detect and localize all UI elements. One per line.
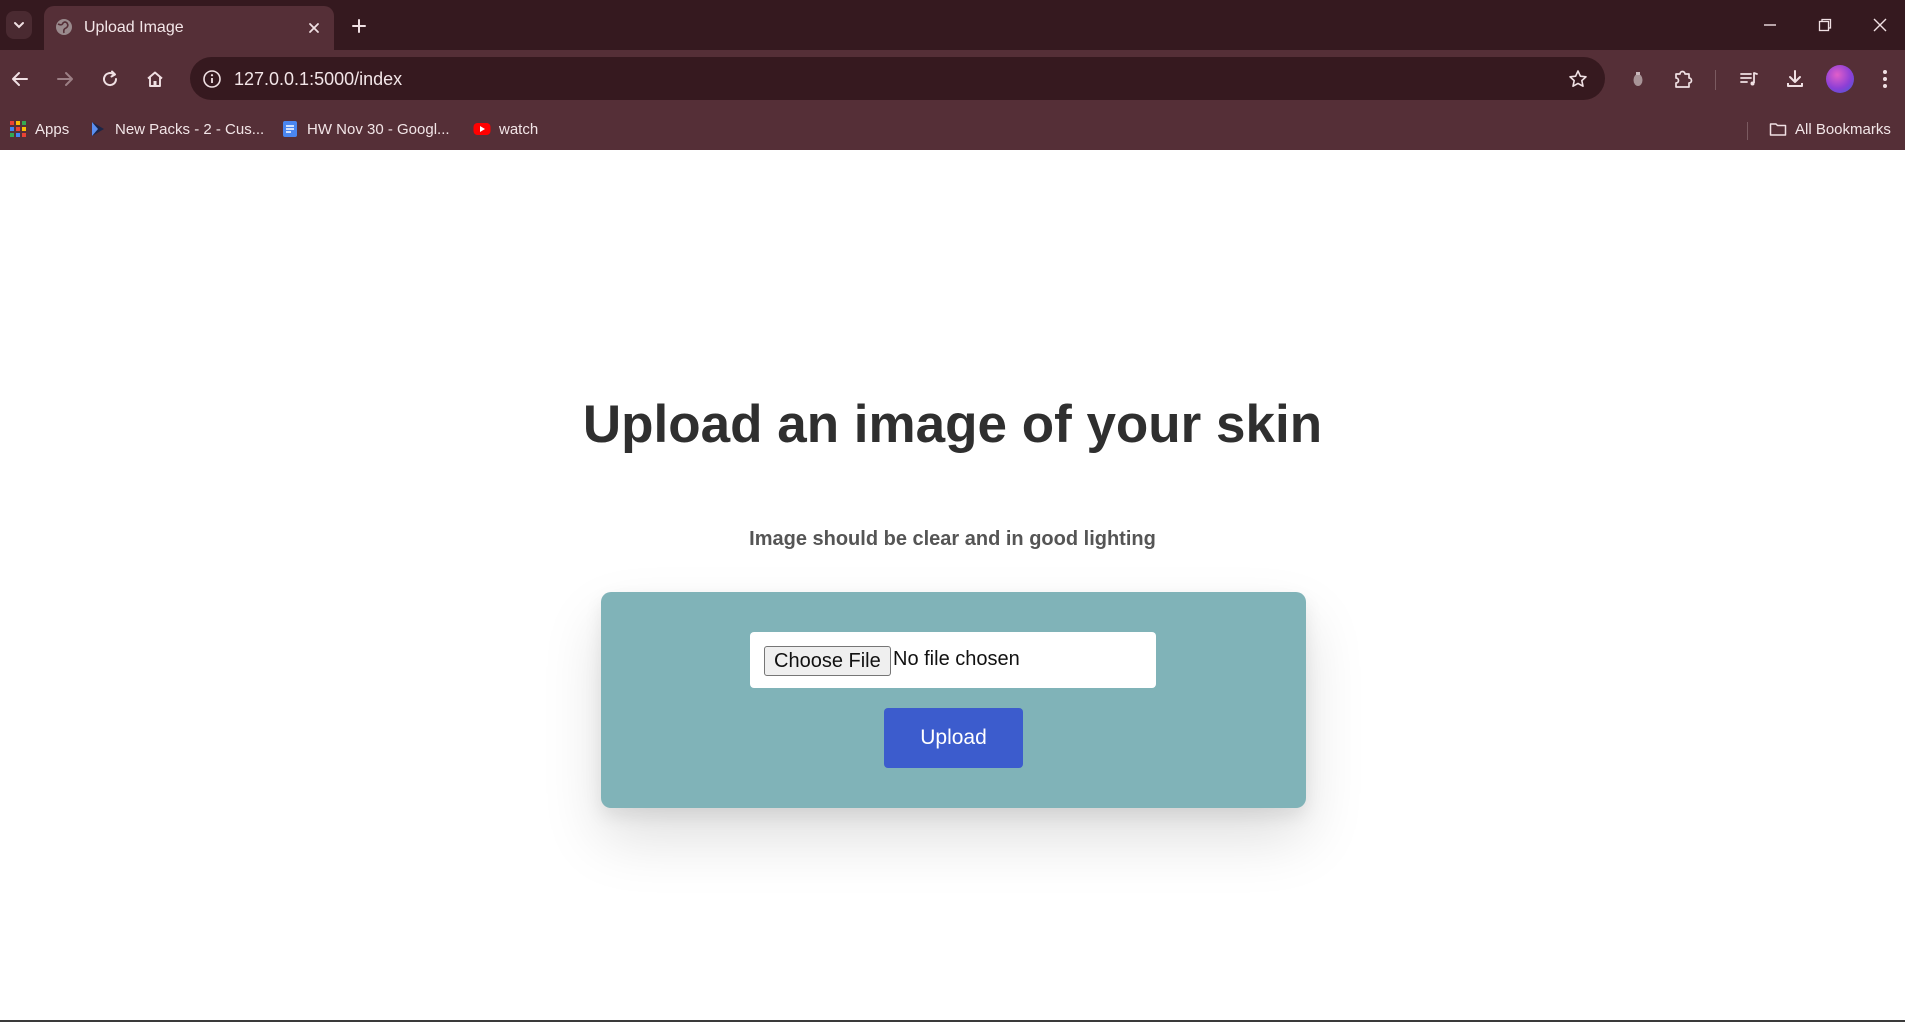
bookmark-label: New Packs - 2 - Cus...	[115, 120, 265, 138]
folder-icon	[1769, 123, 1787, 136]
all-bookmarks-button[interactable]: All Bookmarks	[1769, 116, 1891, 142]
tab-active[interactable]: Upload Image	[44, 6, 334, 50]
chevron-down-icon	[14, 22, 24, 29]
kebab-menu-icon	[1883, 70, 1887, 88]
toolbar-separator	[1715, 70, 1716, 90]
bookmark-apps[interactable]: Apps	[9, 116, 69, 142]
restore-icon	[1818, 18, 1832, 32]
browser-menu-button[interactable]	[1869, 63, 1901, 95]
tab-search-button[interactable]	[6, 11, 32, 39]
play-triangle-icon	[92, 122, 104, 136]
reload-button[interactable]	[94, 63, 126, 95]
close-icon	[309, 23, 319, 33]
upload-form-card: Choose File No file chosen Upload	[601, 592, 1306, 808]
back-button[interactable]	[4, 63, 36, 95]
bookmark-label: Apps	[35, 120, 70, 138]
media-controls-button[interactable]	[1733, 63, 1765, 95]
star-icon	[1569, 70, 1587, 87]
bookmark-label: watch	[499, 120, 539, 138]
address-url: 127.0.0.1:5000/index	[234, 69, 403, 89]
close-window-button[interactable]	[1860, 10, 1900, 40]
apps-grid-icon	[10, 121, 26, 137]
upload-button[interactable]: Upload	[884, 708, 1023, 768]
close-icon	[1873, 18, 1887, 32]
home-icon	[147, 71, 163, 87]
file-status-text: No file chosen	[893, 648, 1020, 670]
page-title: Upload an image of your skin	[582, 395, 1323, 454]
bookmark-hw-nov-30[interactable]: HW Nov 30 - Googl...	[281, 116, 450, 142]
minimize-icon	[1764, 24, 1776, 26]
profile-avatar[interactable]	[1826, 65, 1854, 93]
tab-strip: Upload Image	[0, 0, 1905, 50]
arrow-left-icon	[12, 72, 28, 86]
site-info-button[interactable]	[198, 65, 226, 93]
extension-bulb-icon	[1633, 72, 1643, 86]
download-icon	[1787, 70, 1803, 87]
bookmarks-bar: Apps New Packs - 2 - Cus... HW Nov 30 - …	[0, 108, 1905, 150]
new-tab-button[interactable]	[345, 12, 373, 40]
downloads-button[interactable]	[1779, 63, 1811, 95]
playlist-music-icon	[1740, 72, 1758, 86]
extensions-button[interactable]	[1667, 63, 1699, 95]
home-button[interactable]	[139, 63, 171, 95]
page-subtitle: Image should be clear and in good lighti…	[749, 528, 1156, 550]
tab-close-button[interactable]	[302, 16, 326, 40]
bookmark-label: HW Nov 30 - Googl...	[307, 120, 450, 138]
globe-icon	[56, 19, 72, 35]
restore-button[interactable]	[1805, 10, 1845, 40]
tab-title: Upload Image	[84, 19, 184, 36]
file-input[interactable]: Choose File No file chosen	[750, 632, 1156, 688]
extension-button[interactable]	[1622, 63, 1654, 95]
puzzle-icon	[1675, 70, 1693, 88]
all-bookmarks-label: All Bookmarks	[1795, 120, 1891, 138]
forward-button[interactable]	[49, 63, 81, 95]
info-icon	[203, 70, 221, 88]
bookmark-new-packs[interactable]: New Packs - 2 - Cus...	[89, 116, 264, 142]
choose-file-button[interactable]: Choose File	[764, 646, 891, 676]
bookmarks-separator	[1747, 122, 1748, 140]
browser-toolbar: 127.0.0.1:5000/index	[0, 50, 1905, 108]
address-bar[interactable]: 127.0.0.1:5000/index	[190, 57, 1605, 100]
minimize-button[interactable]	[1750, 10, 1790, 40]
bookmark-watch[interactable]: watch	[473, 116, 538, 142]
page-content: Upload an image of your skin Image shoul…	[0, 150, 1905, 1020]
reload-icon	[103, 70, 118, 87]
plus-icon	[352, 19, 366, 33]
arrow-right-icon	[57, 72, 73, 86]
bookmark-star-button[interactable]	[1565, 66, 1591, 92]
google-docs-icon	[283, 121, 297, 137]
youtube-icon	[473, 123, 491, 135]
